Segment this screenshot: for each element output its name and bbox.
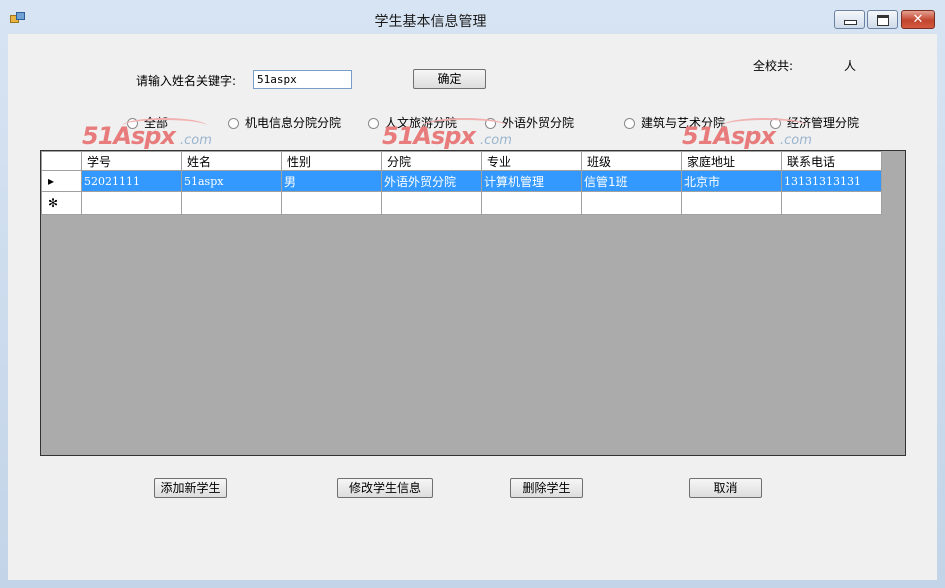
maximize-button[interactable] [867, 10, 898, 29]
title-bar[interactable]: 学生基本信息管理 ✕ [0, 0, 945, 34]
column-header-major[interactable]: 专业 [481, 151, 582, 171]
grid-cell[interactable]: 计算机管理 [481, 170, 582, 192]
column-header-name[interactable]: 姓名 [181, 151, 282, 171]
grid-cell[interactable] [181, 191, 282, 215]
grid-cell[interactable]: 13131313131 [781, 170, 882, 192]
radio-label: 经济管理分院 [787, 116, 860, 130]
grid-table: 学号 姓名 性别 分院 专业 班级 家庭地址 联系电话 ▸ 52021111 5… [41, 151, 882, 215]
radio-economics-management[interactable]: 经济管理分院 [770, 114, 859, 130]
radio-circle-icon [770, 118, 781, 129]
radio-architecture-art[interactable]: 建筑与艺术分院 [624, 114, 725, 130]
table-row[interactable]: ▸ 52021111 51aspx 男 外语外贸分院 计算机管理 信管1班 北京… [41, 170, 882, 192]
grid-cell[interactable]: 51aspx [181, 170, 282, 192]
cancel-button[interactable]: 取消 [689, 478, 762, 498]
grid-cell[interactable] [81, 191, 182, 215]
window-title: 学生基本信息管理 [374, 14, 487, 30]
radio-circle-icon [127, 118, 138, 129]
column-header-department[interactable]: 分院 [381, 151, 482, 171]
edit-student-button[interactable]: 修改学生信息 [337, 478, 433, 498]
total-label: 全校共: [753, 59, 794, 73]
grid-cell[interactable] [381, 191, 482, 215]
column-header-gender[interactable]: 性别 [281, 151, 382, 171]
main-window: 学生基本信息管理 ✕ 请输入姓名关键字: 51aspx 确定 全校共: 人 全部… [0, 0, 945, 588]
new-row-icon[interactable]: ✻ [41, 191, 82, 215]
radio-circle-icon [368, 118, 379, 129]
grid-cell[interactable]: 男 [281, 170, 382, 192]
radio-circle-icon [485, 118, 496, 129]
radio-label: 人文旅游分院 [385, 116, 458, 130]
grid-cell[interactable] [781, 191, 882, 215]
student-data-grid[interactable]: 学号 姓名 性别 分院 专业 班级 家庭地址 联系电话 ▸ 52021111 5… [40, 150, 906, 456]
close-button[interactable]: ✕ [901, 10, 935, 29]
minimize-button[interactable] [834, 10, 865, 29]
grid-cell[interactable]: 52021111 [81, 170, 182, 192]
radio-humanities-tourism[interactable]: 人文旅游分院 [368, 114, 457, 130]
maximize-icon [877, 15, 889, 26]
column-header-address[interactable]: 家庭地址 [681, 151, 782, 171]
delete-student-button[interactable]: 删除学生 [510, 478, 583, 498]
column-header-phone[interactable]: 联系电话 [781, 151, 882, 171]
column-header-student-id[interactable]: 学号 [81, 151, 182, 171]
total-unit: 人 [844, 59, 857, 73]
grid-corner-header[interactable] [41, 151, 82, 171]
grid-cell[interactable]: 外语外贸分院 [381, 170, 482, 192]
search-label: 请输入姓名关键字: [136, 74, 237, 88]
radio-circle-icon [228, 118, 239, 129]
confirm-button[interactable]: 确定 [413, 69, 486, 89]
grid-cell[interactable] [681, 191, 782, 215]
radio-foreign-trade[interactable]: 外语外贸分院 [485, 114, 574, 130]
grid-cell[interactable] [581, 191, 682, 215]
radio-all[interactable]: 全部 [127, 114, 168, 130]
radio-electromechanical[interactable]: 机电信息分院分院 [228, 114, 341, 130]
radio-label: 外语外贸分院 [502, 116, 575, 130]
column-header-class[interactable]: 班级 [581, 151, 682, 171]
radio-label: 机电信息分院分院 [245, 116, 342, 130]
grid-cell[interactable] [481, 191, 582, 215]
minimize-icon [844, 20, 857, 25]
name-keyword-input[interactable]: 51aspx [253, 70, 352, 89]
grid-cell[interactable] [281, 191, 382, 215]
new-row[interactable]: ✻ [41, 191, 882, 215]
current-row-indicator-icon[interactable]: ▸ [41, 170, 82, 192]
grid-cell[interactable]: 北京市 [681, 170, 782, 192]
radio-circle-icon [624, 118, 635, 129]
radio-label: 建筑与艺术分院 [641, 116, 726, 130]
grid-cell[interactable]: 信管1班 [581, 170, 682, 192]
add-student-button[interactable]: 添加新学生 [154, 478, 227, 498]
form-client-area: 请输入姓名关键字: 51aspx 确定 全校共: 人 全部 机电信息分院分院 人… [8, 34, 937, 580]
radio-label: 全部 [144, 116, 169, 130]
grid-header-row: 学号 姓名 性别 分院 专业 班级 家庭地址 联系电话 [41, 151, 882, 171]
close-icon: ✕ [912, 12, 924, 27]
